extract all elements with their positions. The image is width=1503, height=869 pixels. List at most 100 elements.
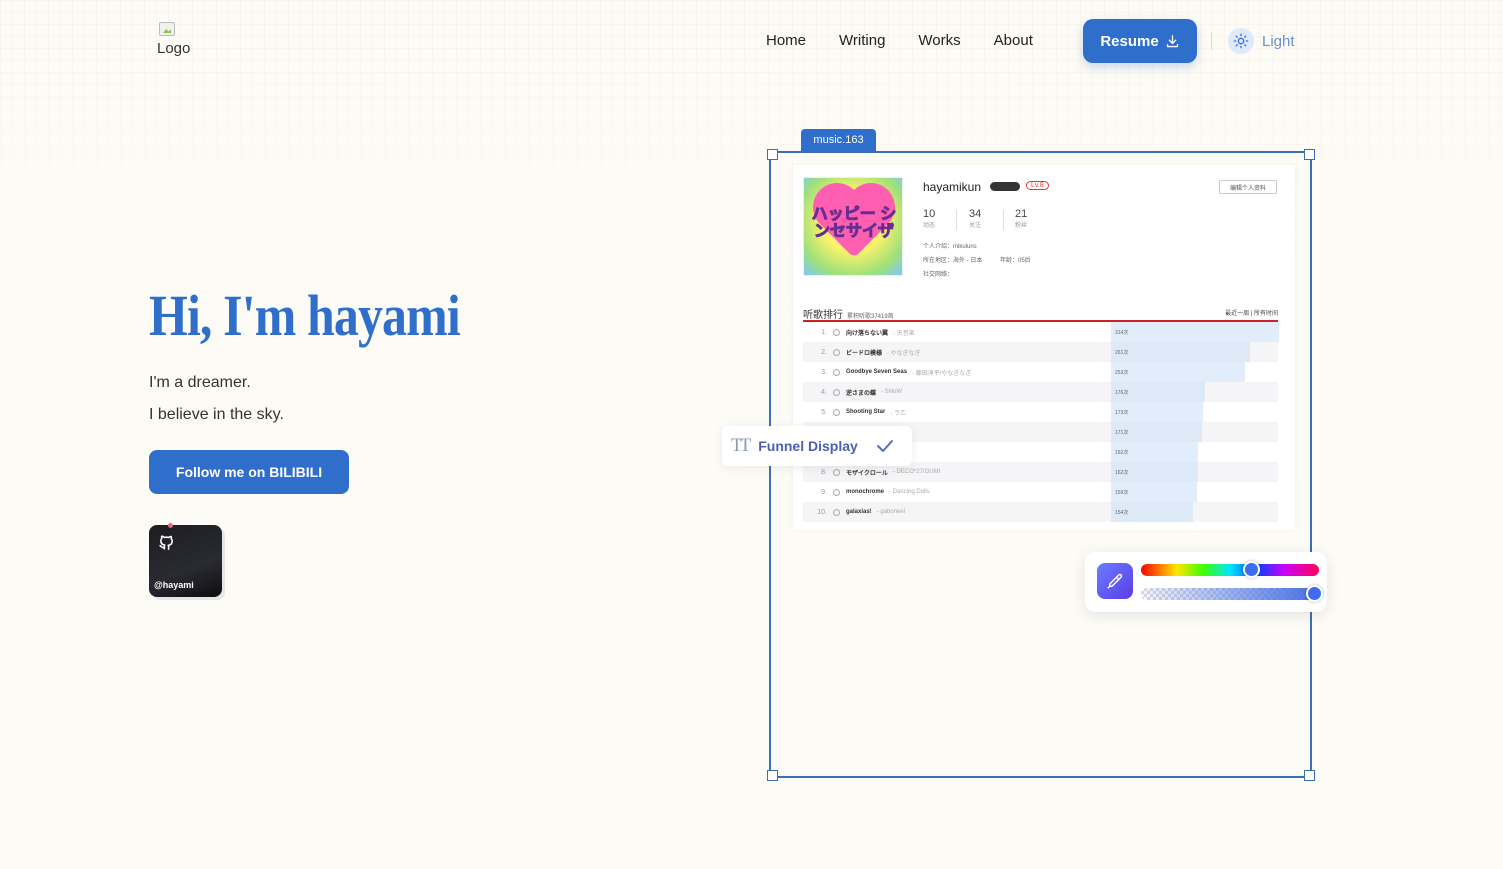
level-badge: Lv.8: [1026, 181, 1049, 190]
text-type-icon: TT: [731, 435, 751, 456]
eyedropper-icon: [1107, 573, 1123, 589]
song-title[interactable]: 向け落ちない翼: [846, 328, 888, 337]
row-index: 2.: [821, 348, 827, 356]
profile-username: hayamikun: [923, 180, 982, 194]
song-title[interactable]: galaxias!: [846, 509, 872, 515]
ranking-title: 听歌排行 累积听歌37419首: [803, 310, 894, 321]
eyedropper-button[interactable]: [1097, 563, 1133, 599]
play-icon[interactable]: [833, 388, 840, 396]
song-artist: - SNoW: [881, 389, 903, 395]
theme-label: Light: [1262, 32, 1295, 50]
song-artist: - gaboneel: [876, 509, 906, 515]
header-divider: [1211, 32, 1212, 50]
profile-social: 社交网络：: [923, 272, 954, 278]
github-handle: @hayami: [154, 580, 194, 590]
ranking-row[interactable]: 2. ビードロ模様 - やなぎなぎ 261次: [803, 342, 1278, 362]
sun-icon: [1233, 33, 1249, 49]
play-icon[interactable]: [833, 408, 840, 416]
stat-separator: [1003, 210, 1004, 230]
play-icon[interactable]: [833, 348, 840, 356]
nav-writing[interactable]: Writing: [839, 32, 885, 49]
play-count: 314次: [1115, 329, 1129, 336]
check-icon: [876, 440, 893, 452]
album-cover: ハッピー シンセサイザ: [803, 177, 903, 276]
card-dot: [168, 523, 173, 528]
row-index: 10.: [817, 508, 827, 516]
play-count-bar: [1111, 362, 1246, 382]
row-index: 8.: [821, 468, 827, 476]
play-icon[interactable]: [833, 488, 840, 496]
alpha-slider-knob[interactable]: [1305, 585, 1323, 602]
download-icon: [1166, 34, 1178, 47]
song-artist: - 藤田淳平/やなぎなぎ: [912, 370, 972, 377]
ranking-range[interactable]: 最近一周 | 所有时间: [1225, 308, 1278, 317]
play-count: 171次: [1115, 429, 1129, 436]
song-title[interactable]: Shooting Star: [846, 409, 885, 415]
resize-handle-tl[interactable]: [767, 149, 778, 160]
font-option-label: Funnel Display: [758, 438, 858, 454]
row-index: 3.: [821, 368, 827, 376]
broken-image-icon: [159, 22, 175, 36]
song-artist: - やなぎなぎ: [887, 350, 921, 357]
stat-events: 10 动态: [923, 208, 936, 229]
github-card[interactable]: @hayami: [149, 523, 222, 597]
play-count: 253次: [1115, 369, 1129, 376]
play-count: 176次: [1115, 389, 1129, 396]
row-index: 5.: [821, 408, 827, 416]
play-count: 261次: [1115, 349, 1129, 356]
song-title[interactable]: 逆さまの蝶: [846, 388, 876, 397]
play-icon[interactable]: [833, 368, 840, 376]
follow-bilibili-button[interactable]: Follow me on BILIBILI: [149, 450, 349, 494]
resume-label: Resume: [1100, 32, 1159, 50]
hero-title: Hi, I'm hayami: [149, 283, 461, 348]
row-index: 9.: [821, 488, 827, 496]
play-icon[interactable]: [833, 468, 840, 476]
resize-handle-bl[interactable]: [767, 770, 778, 781]
album-title: ハッピー シンセサイザ: [811, 206, 897, 241]
ranking-row[interactable]: 1. 向け落ちない翼 - 天音楽 314次: [803, 322, 1279, 342]
play-count: 159次: [1115, 489, 1129, 496]
ranking-list: 1. 向け落ちない翼 - 天音楽 314次 2. ビードロ模様 - やなぎなぎ 261次 3. G…: [803, 322, 1279, 522]
stat-followers: 21 粉丝: [1015, 208, 1028, 229]
music-profile-card: ハッピー シンセサイザ hayamikun Lv.8 编辑个人资料 10 动态 3…: [793, 165, 1295, 530]
profile-age: 年龄：05后: [1000, 258, 1031, 264]
stat-separator: [956, 210, 957, 230]
color-picker: [1085, 552, 1327, 612]
play-icon[interactable]: [833, 328, 840, 336]
song-artist: - DECO*27/GUMI: [892, 469, 941, 475]
song-artist: - Dancing Dolls: [889, 489, 930, 495]
ranking-row[interactable]: 10. galaxias! - gaboneel 154次: [803, 502, 1278, 522]
ranking-row[interactable]: 4. 逆さまの蝶 - SNoW 176次: [803, 382, 1278, 402]
play-count: 162次: [1115, 469, 1129, 476]
resize-handle-br[interactable]: [1304, 770, 1315, 781]
alpha-slider[interactable]: [1141, 588, 1319, 600]
play-count: 154次: [1115, 509, 1129, 516]
resume-button[interactable]: Resume: [1083, 19, 1197, 63]
song-title[interactable]: ビードロ模様: [846, 348, 882, 357]
row-index: 1.: [821, 328, 827, 336]
nav-works[interactable]: Works: [918, 32, 960, 49]
play-count-bar: [1111, 322, 1279, 342]
vip-badge: [990, 182, 1020, 191]
resize-handle-tr[interactable]: [1304, 149, 1315, 160]
sun-icon-wrap: [1228, 28, 1254, 54]
font-option-pill[interactable]: TT Funnel Display: [722, 426, 912, 466]
edit-profile-button[interactable]: 编辑个人资料: [1219, 180, 1277, 194]
logo[interactable]: Logo: [157, 22, 217, 62]
play-count: 162次: [1115, 449, 1129, 456]
stat-following: 34 关注: [969, 208, 982, 229]
play-icon[interactable]: [833, 508, 840, 516]
song-title[interactable]: モザイクロール: [846, 468, 888, 477]
frame-tab-label[interactable]: music.163: [801, 129, 876, 151]
nav-about[interactable]: About: [994, 32, 1033, 49]
ranking-row[interactable]: 5. Shooting Star - ラ乙 173次: [803, 402, 1278, 422]
nav-home[interactable]: Home: [766, 32, 806, 49]
song-title[interactable]: monochrome: [846, 489, 884, 495]
ranking-row[interactable]: 9. monochrome - Dancing Dolls 159次: [803, 482, 1278, 502]
hue-slider[interactable]: [1141, 564, 1319, 576]
song-artist: - 天音楽: [893, 330, 915, 337]
theme-toggle[interactable]: Light: [1228, 28, 1295, 54]
row-index: 4.: [821, 388, 827, 396]
ranking-row[interactable]: 3. Goodbye Seven Seas - 藤田淳平/やなぎなぎ 253次: [803, 362, 1278, 382]
song-title[interactable]: Goodbye Seven Seas: [846, 369, 907, 375]
